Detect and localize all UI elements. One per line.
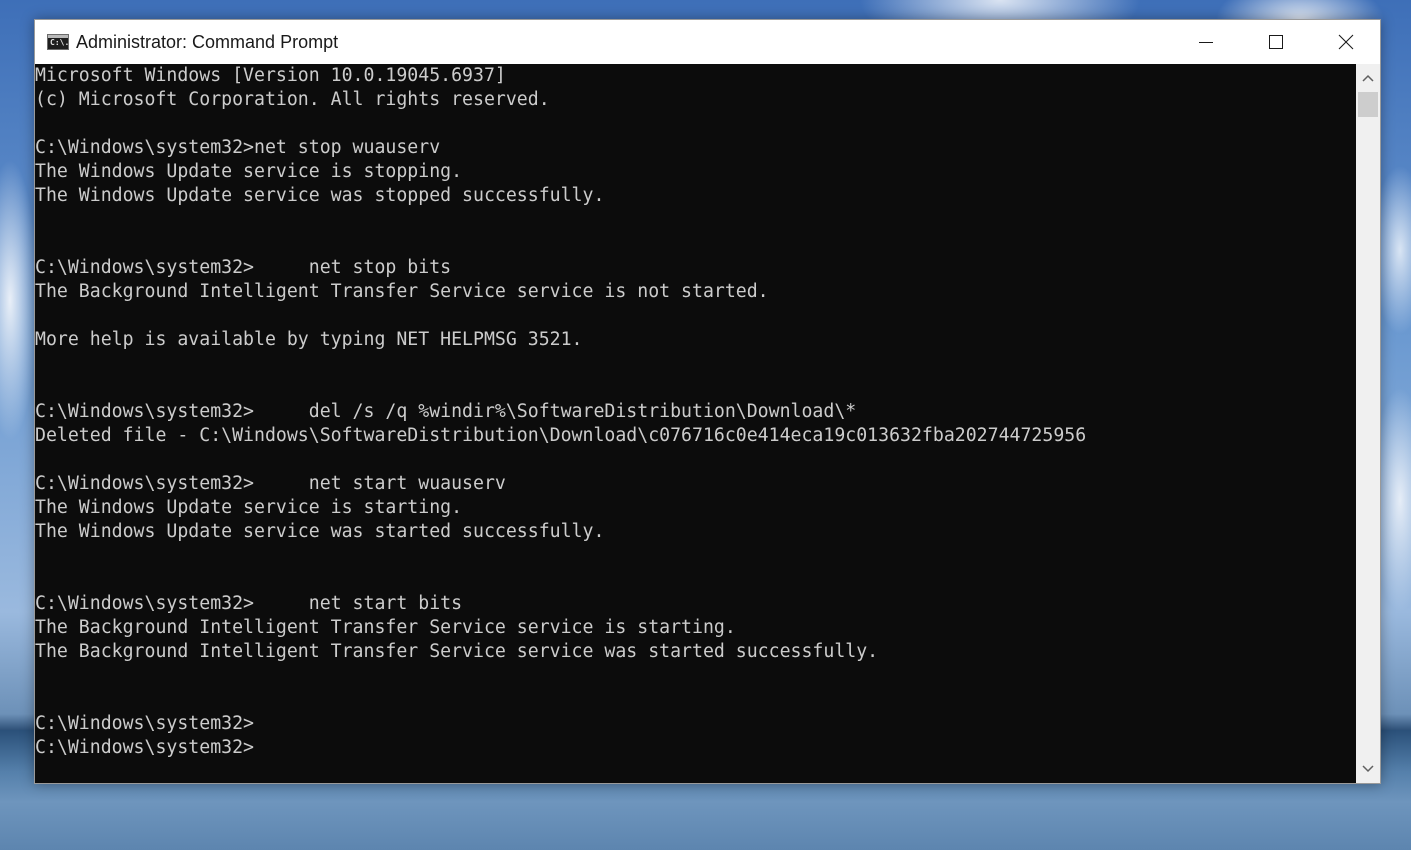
console-line: The Background Intelligent Transfer Serv… <box>35 641 879 662</box>
console-line: ​ <box>35 376 1356 400</box>
console-line: C:\Windows\system32>net stop wuauserv <box>35 137 441 158</box>
close-icon <box>1338 34 1354 50</box>
console-line: ​ <box>35 544 1356 568</box>
console-line: C:\Windows\system32> <box>35 713 254 734</box>
minimize-button[interactable] <box>1171 20 1241 64</box>
maximize-button[interactable] <box>1241 20 1311 64</box>
console-line: C:\Windows\system32> net stop bits <box>35 257 452 278</box>
icon-glyph: C:\. <box>50 38 70 47</box>
console-line: The Windows Update service was started s… <box>35 521 605 542</box>
console-line: (c) Microsoft Corporation. All rights re… <box>35 89 550 110</box>
console-line: The Background Intelligent Transfer Serv… <box>35 617 736 638</box>
console-line: ​ <box>35 304 1356 328</box>
command-prompt-icon[interactable]: C:\. <box>47 34 69 50</box>
console-line: Microsoft Windows [Version 10.0.19045.69… <box>35 65 506 86</box>
console-line: C:\Windows\system32> <box>35 737 254 758</box>
title-bar[interactable]: C:\. Administrator: Command Prompt <box>35 20 1380 64</box>
console-line: C:\Windows\system32> del /s /q %windir%\… <box>35 401 857 422</box>
console-line: ​ <box>35 352 1356 376</box>
minimize-icon <box>1199 42 1213 43</box>
chevron-down-icon <box>1362 765 1374 773</box>
console-line: Deleted file - C:\Windows\SoftwareDistri… <box>35 425 1087 446</box>
console-line: C:\Windows\system32> net start wuauserv <box>35 473 506 494</box>
chevron-up-icon <box>1362 74 1374 82</box>
console-line: The Windows Update service was stopped s… <box>35 185 605 206</box>
console-output[interactable]: Microsoft Windows [Version 10.0.19045.69… <box>35 64 1356 783</box>
console-line: ​ <box>35 232 1356 256</box>
window-title: Administrator: Command Prompt <box>76 32 339 52</box>
console-line: The Windows Update service is starting. <box>35 497 463 518</box>
scroll-thumb[interactable] <box>1358 92 1378 117</box>
console-line: The Background Intelligent Transfer Serv… <box>35 281 769 302</box>
console-line: ​ <box>35 688 1356 712</box>
console-line: ​ <box>35 112 1356 136</box>
close-button[interactable] <box>1311 20 1381 64</box>
vertical-scrollbar[interactable] <box>1356 64 1380 783</box>
console-line: The Windows Update service is stopping. <box>35 161 463 182</box>
scroll-down-button[interactable] <box>1356 757 1380 781</box>
console-line: C:\Windows\system32> net start bits <box>35 593 463 614</box>
console-line: ​ <box>35 568 1356 592</box>
command-prompt-window[interactable]: C:\. Administrator: Command Prompt Micro… <box>34 19 1381 784</box>
console-line: More help is available by typing NET HEL… <box>35 329 583 350</box>
console-line: ​ <box>35 448 1356 472</box>
console-line: ​ <box>35 664 1356 688</box>
console-line: ​ <box>35 208 1356 232</box>
maximize-icon <box>1269 35 1283 49</box>
scroll-up-button[interactable] <box>1356 66 1380 90</box>
console-lines: Microsoft Windows [Version 10.0.19045.69… <box>35 64 1356 760</box>
